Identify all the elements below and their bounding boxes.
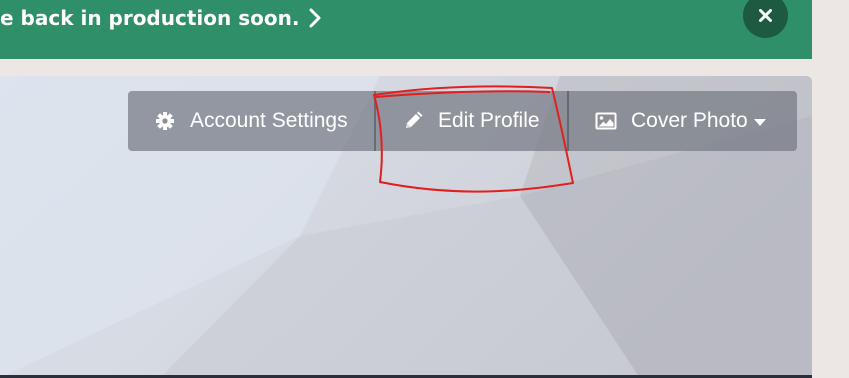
- close-button[interactable]: [743, 0, 788, 38]
- gear-icon: [154, 110, 176, 132]
- cover-photo-button[interactable]: Cover Photo: [595, 91, 766, 151]
- pencil-icon: [402, 110, 424, 132]
- edit-profile-label: Edit Profile: [438, 109, 540, 132]
- chevron-right-icon[interactable]: [304, 7, 326, 29]
- edit-profile-button[interactable]: Edit Profile: [402, 91, 540, 151]
- account-settings-label: Account Settings: [190, 109, 348, 132]
- toolbar-divider: [374, 91, 376, 151]
- account-settings-button[interactable]: Account Settings: [154, 91, 348, 151]
- close-icon: [759, 9, 772, 22]
- page: e back in production soon. Account Setti…: [0, 0, 849, 378]
- notification-banner: e back in production soon.: [0, 0, 812, 59]
- cover-photo-label: Cover Photo: [631, 109, 748, 132]
- image-icon: [595, 110, 617, 132]
- caret-down-icon: [753, 118, 766, 126]
- banner-message[interactable]: e back in production soon.: [0, 5, 299, 31]
- toolbar-divider: [567, 91, 569, 151]
- profile-toolbar: Account Settings Edit Profile Cover Phot…: [128, 91, 797, 151]
